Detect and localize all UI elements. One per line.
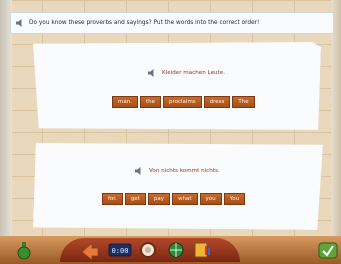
word-tile[interactable]: for. (102, 193, 123, 205)
instruction-banner: Do you know these proverbs and sayings? … (10, 12, 334, 34)
speaker-icon[interactable] (134, 166, 144, 176)
sentence-text: Kleider machen Leute. (162, 70, 225, 76)
speaker-icon[interactable] (15, 18, 25, 28)
sentence-text: Von nichts kommt nichts. (149, 168, 220, 174)
speaker-icon[interactable] (147, 68, 157, 78)
word-tile[interactable]: pay (147, 193, 170, 205)
word-tile[interactable]: man. (112, 96, 138, 108)
potion-icon[interactable] (14, 240, 34, 260)
globe-icon[interactable] (166, 240, 186, 260)
word-tiles-1: man. the proclaims dress The (112, 96, 255, 108)
check-icon[interactable] (318, 240, 338, 260)
word-tiles-2: for. get pay what you You (102, 193, 246, 205)
mirror-icon[interactable] (138, 240, 158, 260)
word-tile[interactable]: the (139, 96, 161, 108)
word-tile[interactable]: You (223, 193, 246, 205)
word-tile[interactable]: proclaims (163, 96, 202, 108)
word-tile[interactable]: you (199, 193, 222, 205)
exercise-card-2 (33, 143, 323, 230)
clock-text: 0:00 (112, 247, 129, 255)
exercise-card-1 (33, 42, 321, 130)
left-frame (0, 0, 12, 264)
word-tile[interactable]: what (171, 193, 198, 205)
home-arrow-icon[interactable] (80, 240, 100, 260)
sentence-1: Kleider machen Leute. (143, 68, 225, 78)
sentence-2: Von nichts kommt nichts. (130, 166, 220, 176)
word-tile[interactable]: dress (203, 96, 231, 108)
instruction-text: Do you know these proverbs and sayings? … (29, 20, 260, 26)
clock-icon[interactable]: 0:00 (108, 240, 132, 260)
word-tile[interactable]: The (232, 96, 255, 108)
dictionary-icon[interactable] (192, 240, 212, 260)
right-frame (331, 0, 341, 264)
word-tile[interactable]: get (124, 193, 146, 205)
